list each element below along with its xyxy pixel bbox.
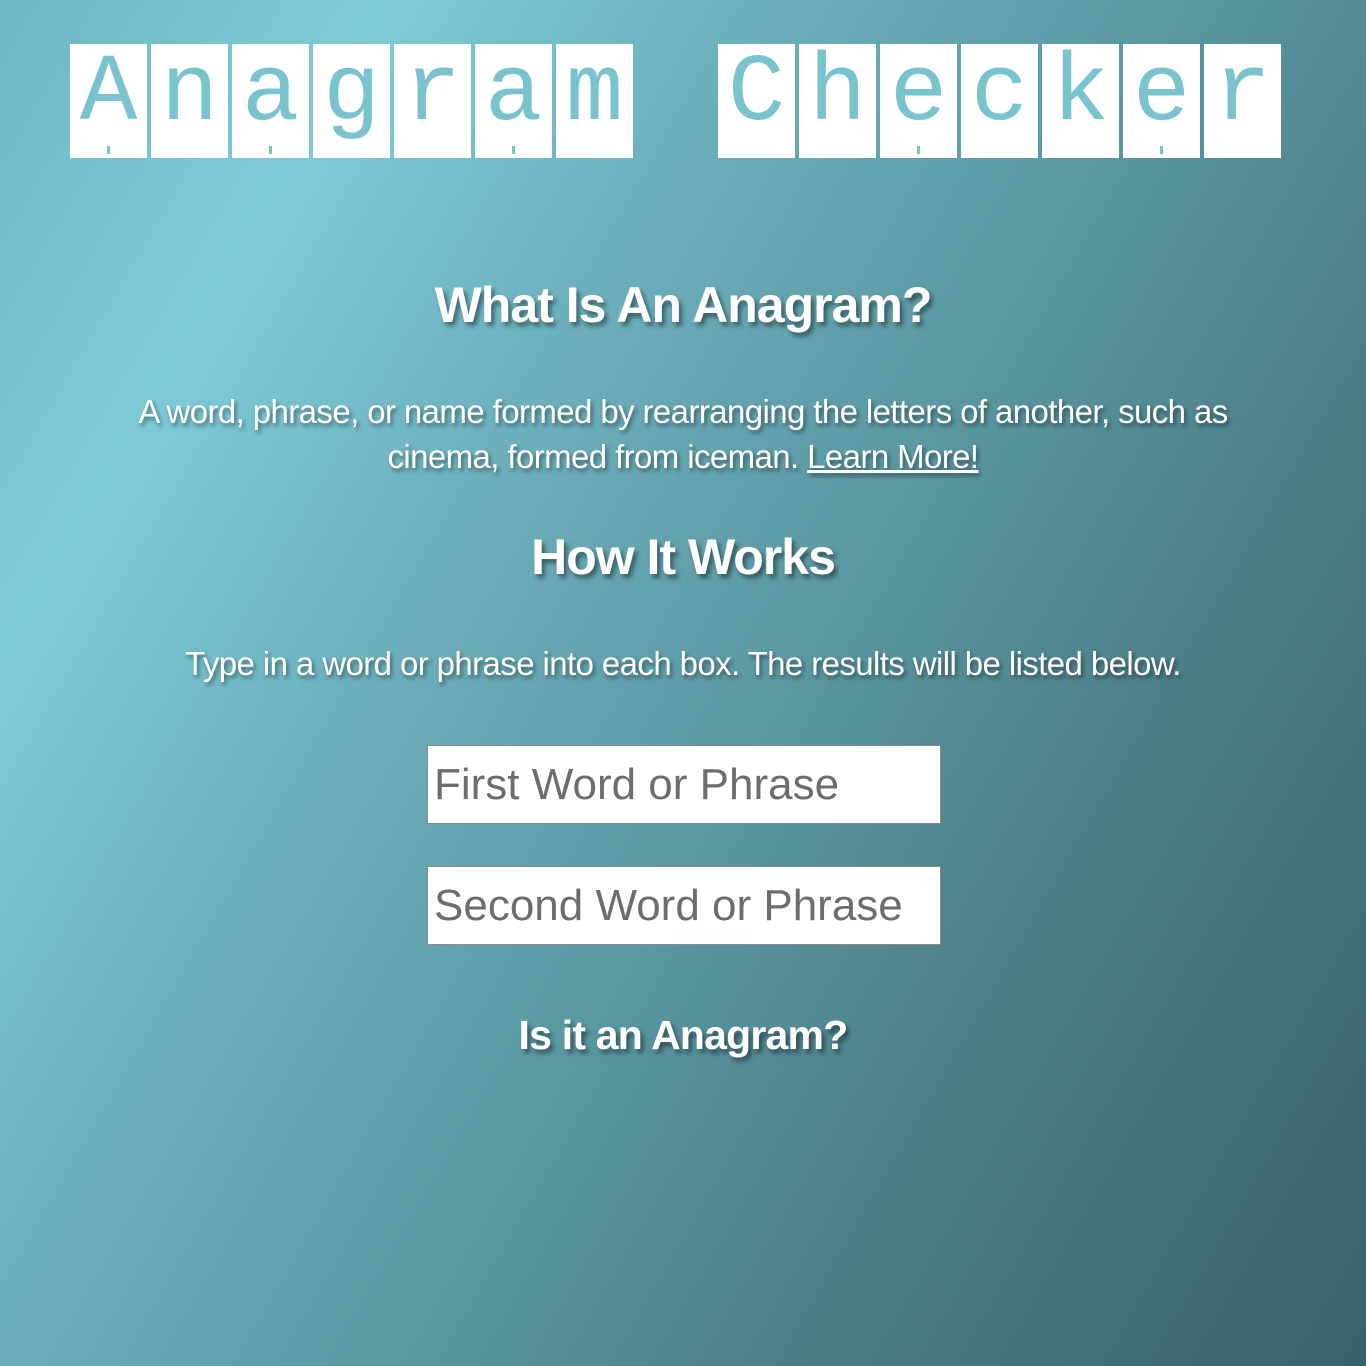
logo-tile: C: [718, 44, 795, 158]
logo-word-checker: C h e c k e r: [718, 44, 1281, 158]
tile-dot: [269, 146, 272, 154]
learn-more-link[interactable]: Learn More!: [807, 438, 979, 475]
logo-tile: a: [232, 44, 309, 158]
tile-dot: [1160, 146, 1163, 154]
logo-tile: e: [880, 44, 957, 158]
logo-title: A n a g r a m C h e c k e r: [70, 44, 1281, 158]
logo-tile: n: [151, 44, 228, 158]
logo-tile: g: [313, 44, 390, 158]
logo-tile: r: [1204, 44, 1281, 158]
about-heading: What Is An Anagram?: [434, 277, 933, 333]
logo-tile: k: [1042, 44, 1119, 158]
logo-word-anagram: A n a g r a m: [70, 44, 633, 158]
how-heading: How It Works: [531, 529, 836, 585]
logo-tile: a: [475, 44, 552, 158]
logo-tile: A: [70, 44, 147, 158]
second-word-input[interactable]: [427, 866, 941, 945]
anagram-definition: A word, phrase, or name formed by rearra…: [80, 389, 1286, 479]
logo-tile: r: [394, 44, 471, 158]
definition-text: A word, phrase, or name formed by rearra…: [138, 393, 1228, 475]
logo-tile: c: [961, 44, 1038, 158]
instructions-text: Type in a word or phrase into each box. …: [185, 645, 1181, 682]
first-word-input[interactable]: [427, 745, 941, 824]
logo-tile: h: [799, 44, 876, 158]
tile-dot: [512, 146, 515, 154]
check-anagram-button[interactable]: Is it an Anagram?: [0, 1012, 1366, 1059]
logo-tile: e: [1123, 44, 1200, 158]
tile-dot: [107, 146, 110, 154]
logo-tile: m: [556, 44, 633, 158]
tile-dot: [917, 146, 920, 154]
